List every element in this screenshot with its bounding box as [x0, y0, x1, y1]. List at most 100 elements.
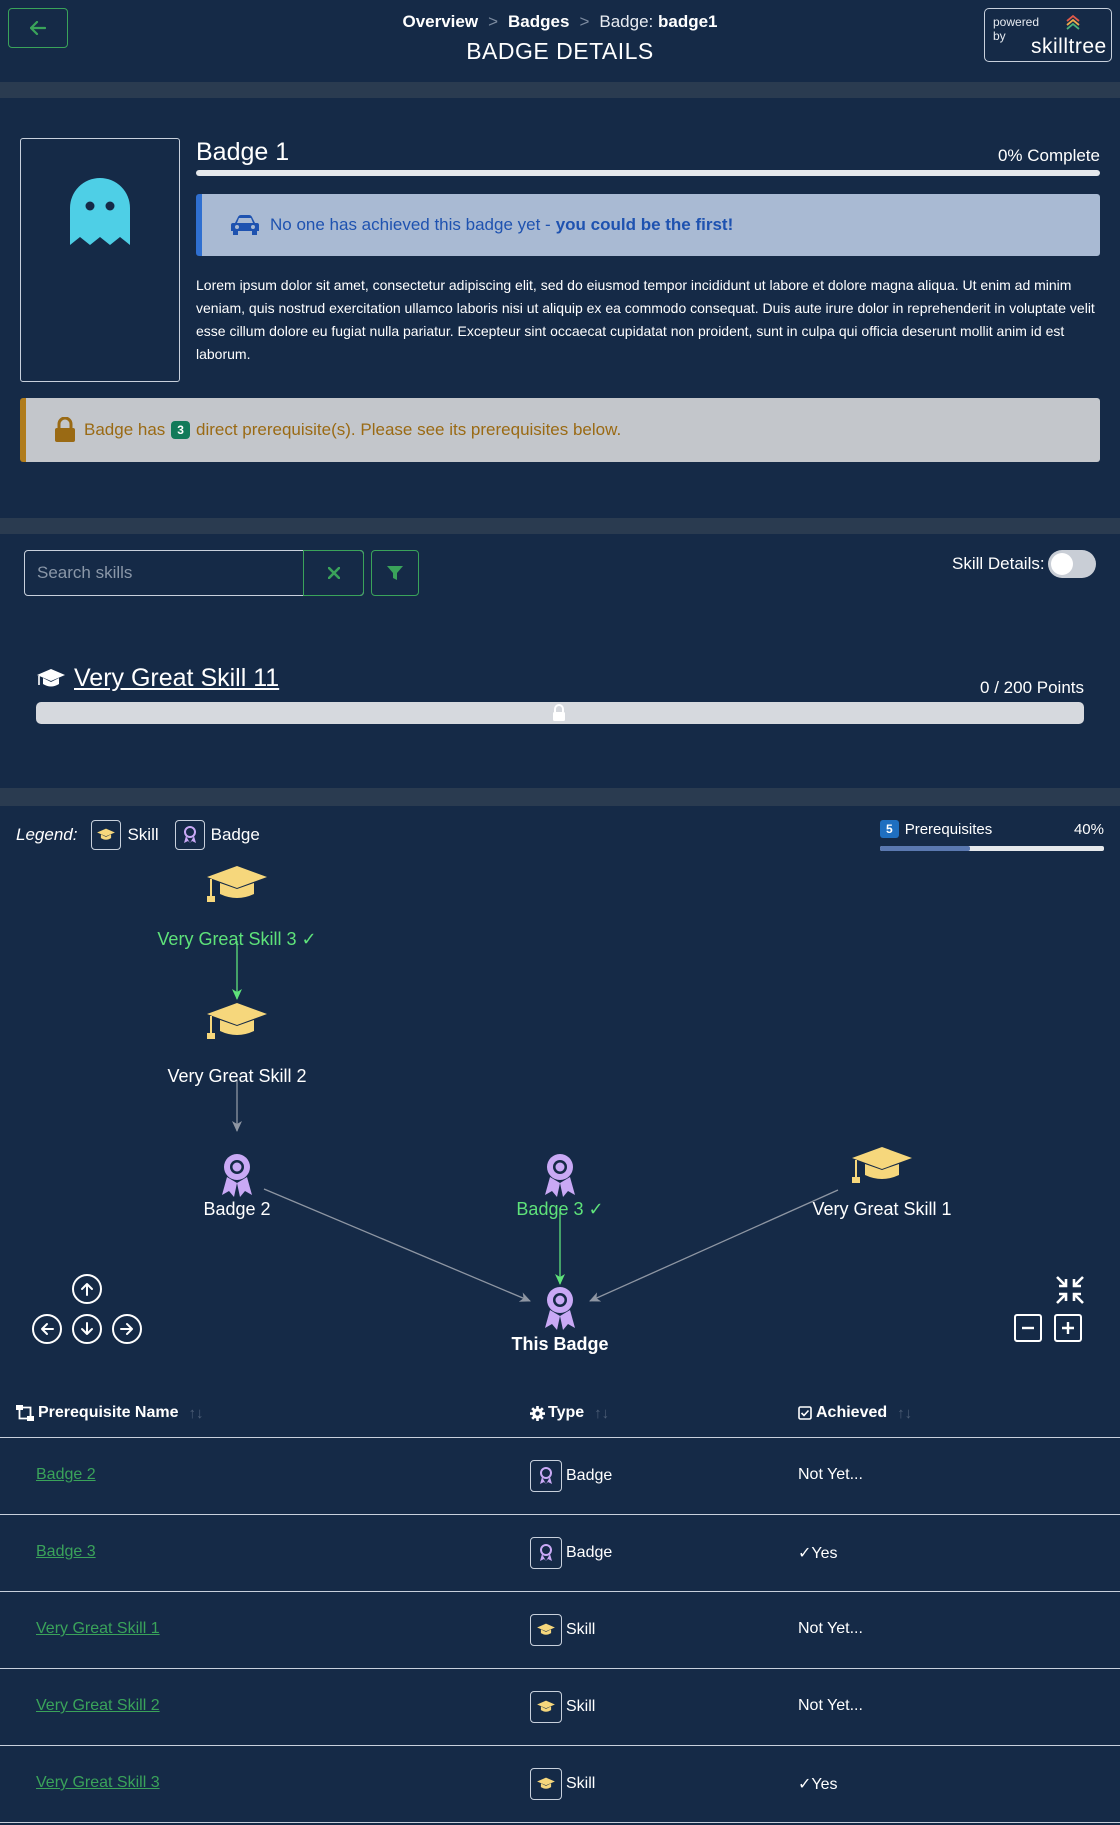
minus-icon [1022, 1326, 1034, 1330]
column-header-name[interactable]: Prerequisite Name ↑↓ [16, 1404, 204, 1422]
prereq-name-link[interactable]: Badge 2 [36, 1466, 96, 1484]
medal-icon [545, 1154, 575, 1197]
pan-up-button[interactable] [72, 1274, 102, 1304]
powered-by-logo[interactable]: powered by skilltree [984, 8, 1112, 62]
table-row: Badge 2 Badge Not Yet... [0, 1438, 1120, 1515]
ghost-icon [70, 178, 130, 245]
graduation-cap-icon [206, 1002, 268, 1040]
skill-title[interactable]: Very Great Skill 11 [36, 664, 279, 693]
car-icon [230, 214, 260, 236]
prereq-progress-fill [880, 846, 970, 851]
breadcrumb-badges[interactable]: Badges [508, 12, 569, 31]
sort-icon: ↑↓ [594, 1404, 610, 1422]
edge-badge2-this [263, 1188, 531, 1302]
table-row: Very Great Skill 2 Skill Not Yet... [0, 1669, 1120, 1746]
arrow-up-icon [81, 1283, 93, 1296]
prereq-achieved: Not Yet... [798, 1697, 863, 1714]
breadcrumb-current-id: badge1 [657, 12, 718, 31]
prerequisite-summary: 5 Prerequisites 40% [880, 820, 1104, 851]
node-skill1[interactable]: Very Great Skill 1 [812, 1146, 952, 1219]
skill-progress-bar [36, 702, 1084, 724]
badge-description: Lorem ipsum dolor sit amet, consectetur … [196, 277, 1095, 362]
pan-right-button[interactable] [112, 1314, 142, 1344]
skills-card: Skill Details: Very Great Skill 11 0 / 2… [0, 534, 1120, 788]
skill-name-link[interactable]: Very Great Skill 11 [74, 664, 279, 693]
table-row: Very Great Skill 1 Skill Not Yet... [0, 1592, 1120, 1669]
prereq-total-label: Prerequisites [904, 820, 993, 838]
checkbox-icon [798, 1406, 812, 1420]
column-label: Achieved [816, 1404, 888, 1421]
filter-button[interactable] [371, 550, 419, 596]
legend-badge-icon [174, 820, 205, 850]
gear-icon [530, 1405, 545, 1421]
legend-skill-icon [91, 820, 122, 850]
prereq-name-link[interactable]: Very Great Skill 3 [36, 1774, 160, 1792]
skill-details-label: Skill Details: [952, 554, 1045, 573]
breadcrumb-separator: > [488, 12, 499, 31]
medal-icon [222, 1154, 252, 1197]
table-header: Prerequisite Name ↑↓ Type ↑↓ Achieved ↑↓ [0, 1390, 1120, 1438]
prereq-name-link[interactable]: Very Great Skill 2 [36, 1697, 160, 1715]
page-title: BADGE DETAILS [466, 38, 654, 64]
zoom-in-button[interactable] [1054, 1314, 1082, 1342]
column-header-type[interactable]: Type ↑↓ [530, 1404, 609, 1422]
medal-icon [545, 1287, 575, 1330]
prereq-count-badge: 3 [171, 421, 190, 439]
graph-legend: Legend: Skill Badge [16, 820, 276, 850]
lock-icon [553, 704, 565, 721]
arrow-down-icon [81, 1322, 93, 1335]
prereq-type: Badge [530, 1537, 612, 1569]
zoom-out-button[interactable] [1014, 1314, 1042, 1342]
graduation-cap-icon [37, 668, 65, 686]
sitemap-icon [16, 1405, 34, 1421]
plus-icon [1062, 1322, 1074, 1334]
pan-down-button[interactable] [72, 1314, 102, 1344]
prereq-achieved: Not Yet... [798, 1466, 863, 1483]
badge-card: Badge 1 0% Complete No one has achieved … [0, 98, 1120, 518]
prereq-name-link[interactable]: Badge 3 [36, 1543, 96, 1561]
prereq-type: Skill [530, 1691, 595, 1723]
prereq-achieved: ✓Yes [798, 1545, 838, 1562]
prerequisite-graph[interactable]: Very Great Skill 3 ✓ Very Great Skill 2 … [0, 856, 1120, 1376]
breadcrumb-overview[interactable]: Overview [402, 12, 478, 31]
edge-skill1-this [589, 1189, 839, 1302]
close-icon [327, 567, 340, 579]
badge-icon-box [20, 138, 180, 382]
toggle-knob [1051, 553, 1073, 575]
prereq-type-text: Skill [566, 1621, 596, 1638]
search-input[interactable] [25, 551, 303, 594]
column-label: Prerequisite Name [38, 1404, 179, 1421]
search-group [24, 550, 364, 596]
node-label: Very Great Skill 3 ✓ [157, 929, 316, 949]
prerequisite-table: Prerequisite Name ↑↓ Type ↑↓ Achieved ↑↓ Ba… [0, 1390, 1120, 1823]
legend-badge-text: Badge [210, 825, 260, 844]
prereq-type-text: Skill [566, 1775, 596, 1792]
node-label: Badge 3 ✓ [516, 1199, 603, 1219]
column-label: Type [548, 1404, 585, 1421]
skilltree-logo-icon [1066, 14, 1080, 30]
prereq-name-link[interactable]: Very Great Skill 1 [36, 1620, 160, 1638]
medal-icon [530, 1460, 562, 1492]
node-badge2[interactable]: Badge 2 [203, 1154, 271, 1219]
node-skill2[interactable]: Very Great Skill 2 [167, 1002, 307, 1086]
legend-label: Legend: [16, 825, 78, 844]
graduation-cap-icon [851, 1146, 913, 1184]
prereq-type-text: Badge [566, 1467, 613, 1484]
clear-search-button[interactable] [303, 550, 364, 596]
arrow-right-icon [120, 1323, 133, 1335]
fit-view-button[interactable] [1054, 1274, 1086, 1306]
breadcrumb-current-prefix: Badge: [599, 12, 658, 31]
badge-name: Badge 1 [196, 138, 290, 166]
node-this-badge[interactable]: This Badge [511, 1287, 609, 1354]
prereq-type: Skill [530, 1614, 595, 1646]
node-label: Very Great Skill 2 [167, 1066, 306, 1086]
achievement-alert: No one has achieved this badge yet - you … [196, 194, 1100, 256]
node-skill3[interactable]: Very Great Skill 3 ✓ [157, 865, 317, 949]
prereq-type-text: Badge [566, 1544, 613, 1561]
column-header-achieved[interactable]: Achieved ↑↓ [798, 1404, 912, 1422]
pan-left-button[interactable] [32, 1314, 62, 1344]
prereq-progress-bar [880, 846, 1104, 851]
node-badge3[interactable]: Badge 3 ✓ [516, 1154, 604, 1219]
skill-details-toggle[interactable] [1048, 550, 1096, 578]
node-label: This Badge [511, 1334, 608, 1354]
